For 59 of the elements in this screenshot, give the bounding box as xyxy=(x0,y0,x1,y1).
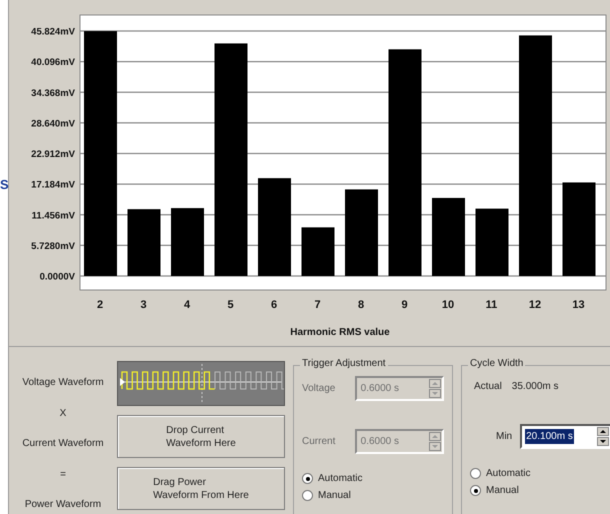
x-tick-label: 4 xyxy=(184,299,190,311)
y-tick-label: 5.7280mV xyxy=(31,240,75,252)
x-tick-label: 12 xyxy=(528,299,542,311)
waveform-label: = xyxy=(60,468,66,482)
down-arrow-icon xyxy=(600,440,606,443)
y-tick-label: 34.368mV xyxy=(31,88,75,99)
y-tick-label: 11.456mV xyxy=(32,210,75,222)
x-tick-label: 3 xyxy=(140,299,147,311)
radio-button[interactable] xyxy=(302,490,313,501)
bar xyxy=(171,208,204,276)
up-arrow-icon xyxy=(432,382,438,385)
x-tick-label: 10 xyxy=(442,299,454,311)
x-tick-label: 8 xyxy=(358,299,364,311)
waveform-label: Current Waveform xyxy=(22,437,104,451)
x-tick-label: 6 xyxy=(270,299,278,311)
waveform-label: Power Waveform xyxy=(24,498,102,512)
y-tick-label: 17.184mV xyxy=(31,180,75,191)
group-title: Trigger Adjustment xyxy=(300,359,388,369)
radio-button[interactable] xyxy=(302,473,313,484)
up-arrow-icon xyxy=(600,430,606,433)
waveform-label: X xyxy=(60,406,66,420)
spin-down-button[interactable] xyxy=(597,437,610,446)
y-tick-label: 22.912mV xyxy=(31,149,75,160)
x-tick-label: 9 xyxy=(401,299,408,311)
cut-off-text: S xyxy=(0,178,9,191)
down-arrow-icon xyxy=(432,392,438,395)
field-label: Voltage xyxy=(302,382,336,396)
spin-field[interactable]: 20.100m s xyxy=(520,424,610,449)
down-arrow-icon xyxy=(432,445,438,448)
bar xyxy=(476,208,508,276)
drop-target[interactable]: Drop Current Waveform Here xyxy=(117,415,285,458)
field-label: Min xyxy=(496,430,512,444)
x-axis-title: Harmonic RMS value xyxy=(290,327,390,338)
x-tick-label: 7 xyxy=(314,299,321,311)
up-arrow-icon xyxy=(432,435,438,438)
x-tick-label: 2 xyxy=(96,299,104,311)
waveform-label: Voltage Waveform xyxy=(22,376,104,390)
bar xyxy=(302,227,334,276)
y-tick-label: 0.0000V xyxy=(40,272,75,282)
group-title: Cycle Width xyxy=(468,359,526,369)
y-tick-label: 45.824mV xyxy=(31,26,75,38)
actual-label: Actual xyxy=(474,380,502,394)
radio-button[interactable] xyxy=(470,485,481,496)
x-tick-label: 11 xyxy=(486,299,498,311)
bar xyxy=(128,209,160,276)
actual-value: 35.000m s xyxy=(512,380,558,394)
field-label: Current xyxy=(302,435,336,449)
radio-label: Automatic xyxy=(486,467,530,481)
radio-label: Automatic xyxy=(318,472,362,486)
y-tick-label: 40.096mV xyxy=(31,57,75,68)
radio-label: Manual xyxy=(318,489,351,503)
spin-up-button[interactable] xyxy=(597,427,610,436)
x-tick-label: 5 xyxy=(227,299,234,311)
radio-button[interactable] xyxy=(470,468,481,479)
y-tick-label: 28.640mV xyxy=(31,118,75,130)
waveform-drawing[interactable] xyxy=(117,361,285,406)
drop-target[interactable]: Drag Power Waveform From Here xyxy=(117,467,285,510)
radio-label: Manual xyxy=(486,484,519,498)
x-tick-label: 13 xyxy=(572,299,585,311)
